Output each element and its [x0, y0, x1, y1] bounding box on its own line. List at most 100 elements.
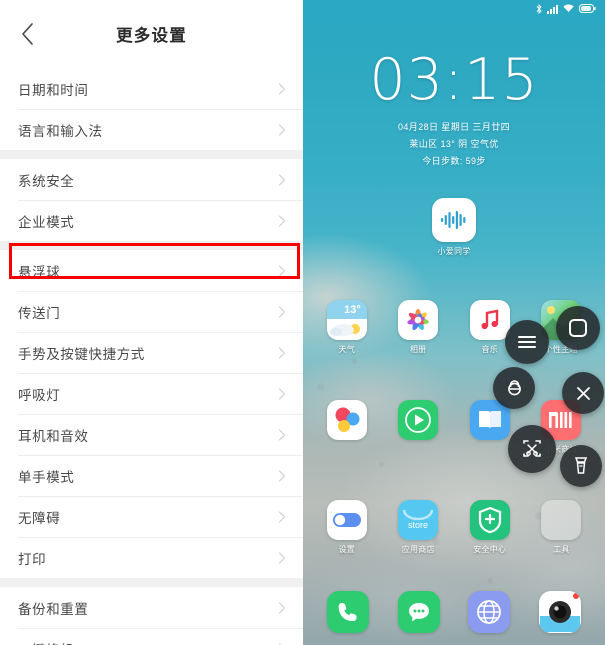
clock-time: 03:15 [369, 47, 539, 113]
camera-badge-dot [572, 593, 579, 599]
flashlight-icon [573, 457, 589, 475]
settings-row-label: 日期和时间 [18, 82, 89, 98]
settings-row-label: 企业模式 [18, 214, 75, 230]
settings-row[interactable]: 单手模式 [0, 455, 303, 496]
chevron-right-icon [275, 387, 289, 401]
status-bar [303, 0, 605, 17]
music-note-icon [469, 300, 510, 340]
floating-ball-shape-button[interactable] [556, 306, 600, 350]
list-group: 悬浮球传送门手势及按键快捷方式呼吸灯耳机和音效单手模式无障碍打印 [0, 250, 303, 578]
chevron-right-icon [275, 82, 289, 96]
settings-row[interactable]: 系统安全 [0, 159, 303, 200]
dock-app-phone[interactable] [317, 591, 379, 637]
wifi-icon [563, 4, 574, 13]
dock-app-camera[interactable] [529, 591, 591, 637]
dock-bar [303, 591, 605, 637]
settings-row-label: 打印 [18, 551, 47, 567]
settings-row-label: 备份和重置 [18, 601, 89, 617]
settings-row[interactable]: 呼吸灯 [0, 373, 303, 414]
chevron-right-icon [275, 642, 289, 645]
app-video[interactable] [387, 400, 449, 455]
list-group-separator [0, 578, 303, 587]
settings-row-label: 单手模式 [18, 469, 75, 485]
list-group-separator [0, 241, 303, 250]
settings-nav-bar: 更多设置 [0, 0, 303, 68]
settings-toggle-icon [326, 500, 367, 540]
app-security[interactable]: 安全中心 [459, 500, 521, 555]
xiaoai-widget[interactable]: 小爱同学 [303, 198, 605, 257]
signal-bars-icon [547, 4, 558, 14]
floating-ball-flashlight-button[interactable] [560, 445, 602, 487]
browser-globe-icon [468, 591, 511, 633]
app-gallery[interactable]: 相册 [387, 300, 449, 355]
app-row-3: 设置 store 应用商店 安全中心 工具 [303, 500, 605, 555]
color-balls-icon [326, 400, 367, 440]
app-folder-tools[interactable]: 工具 [530, 500, 592, 555]
app-label: 工具 [552, 545, 570, 554]
camera-icon [538, 591, 581, 633]
settings-row-label: 传送门 [18, 305, 61, 321]
settings-row-label: 悬浮球 [18, 264, 61, 280]
list-group-separator [0, 150, 303, 159]
chevron-right-icon [275, 305, 289, 319]
settings-row[interactable]: 悬浮球 [0, 250, 303, 291]
settings-row[interactable]: 语言和输入法 [0, 109, 303, 150]
security-shield-icon [469, 500, 510, 540]
settings-row[interactable]: 手势及按键快捷方式 [0, 332, 303, 373]
step-count-text: 今日步数: 59步 [422, 156, 486, 166]
settings-row[interactable]: 备份和重置 [0, 587, 303, 628]
dock-app-browser[interactable] [458, 591, 520, 637]
rounded-square-icon [569, 319, 587, 337]
settings-row[interactable]: 一键换机 [0, 628, 303, 645]
screenshot-root: 更多设置 日期和时间语言和输入法 系统安全企业模式悬浮球传送门手势及按键快捷方式呼… [0, 0, 605, 645]
settings-row-label: 语言和输入法 [18, 123, 103, 139]
store-icon: store [398, 500, 439, 540]
settings-row-label: 一键换机 [18, 639, 275, 645]
chevron-left-icon [20, 22, 35, 46]
chevron-right-icon [275, 123, 289, 137]
settings-row-label: 呼吸灯 [18, 387, 61, 403]
app-weather[interactable]: 13° 天气 [316, 300, 378, 355]
xiaoai-label: 小爱同学 [437, 247, 471, 256]
settings-row[interactable]: 日期和时间 [0, 68, 303, 109]
dock-app-messages[interactable] [388, 591, 450, 637]
floating-ball-lock-button[interactable] [493, 367, 535, 409]
chevron-right-icon [275, 264, 289, 278]
list-group: 备份和重置一键换机 [0, 587, 303, 645]
settings-row-label: 无障碍 [18, 510, 61, 526]
settings-row[interactable]: 传送门 [0, 291, 303, 332]
svg-text:store: store [408, 520, 428, 530]
weather-temp: 13° [344, 304, 361, 316]
settings-row-label: 系统安全 [18, 173, 75, 189]
settings-list: 日期和时间语言和输入法 系统安全企业模式悬浮球传送门手势及按键快捷方式呼吸灯耳机和… [0, 68, 303, 645]
settings-row[interactable]: 打印 [0, 537, 303, 578]
floating-ball-screenshot-button[interactable] [508, 425, 556, 473]
settings-screen: 更多设置 日期和时间语言和输入法 系统安全企业模式悬浮球传送门手势及按键快捷方式呼… [0, 0, 303, 645]
weather-widget-icon: 13° [326, 300, 367, 340]
weather-text: 莱山区 13° 阴 空气优 [409, 139, 499, 149]
app-label: 应用商店 [401, 545, 435, 554]
scissors-screenshot-icon [522, 440, 542, 458]
chevron-right-icon [275, 601, 289, 615]
app-label: 音乐 [481, 345, 499, 354]
app-settings[interactable]: 设置 [316, 500, 378, 555]
settings-row[interactable]: 耳机和音效 [0, 414, 303, 455]
list-group: 日期和时间语言和输入法 [0, 68, 303, 150]
video-play-icon [398, 400, 439, 440]
settings-row[interactable]: 企业模式 [0, 200, 303, 241]
settings-row[interactable]: 无障碍 [0, 496, 303, 537]
chevron-right-icon [275, 551, 289, 565]
app-store[interactable]: store 应用商店 [387, 500, 449, 555]
battery-icon [579, 4, 596, 13]
app-folder-icon [541, 500, 582, 540]
chevron-right-icon [275, 214, 289, 228]
chevron-right-icon [275, 510, 289, 524]
page-title: 更多设置 [116, 27, 187, 45]
app-color-balls[interactable] [316, 400, 378, 455]
lockscreen-info: 03:15 04月28日 星期日 三月廿四 莱山区 13° 阴 空气优 今日步数… [303, 52, 605, 167]
app-label: 相册 [409, 345, 427, 354]
back-button[interactable] [14, 21, 40, 47]
floating-ball-menu-button[interactable] [505, 320, 549, 364]
bluetooth-icon [536, 3, 542, 14]
floating-ball-close-button[interactable] [562, 372, 604, 414]
